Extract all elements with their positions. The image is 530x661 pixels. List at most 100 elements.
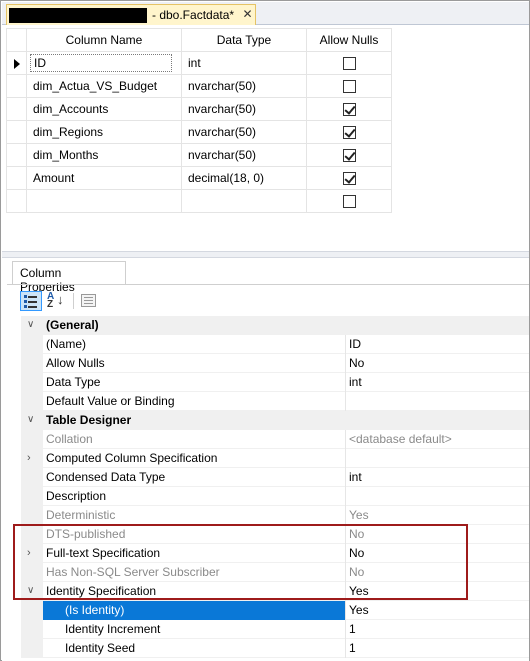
column-properties-tab[interactable]: Column Properties (12, 261, 126, 294)
property-name: (Name) (46, 337, 87, 351)
property-value[interactable]: ID (349, 337, 361, 351)
property-row[interactable]: Data Type int (21, 373, 529, 392)
data-type-cell[interactable]: nvarchar(50) (181, 143, 307, 167)
data-type-cell[interactable]: decimal(18, 0) (181, 166, 307, 190)
column-name-header[interactable]: Column Name (26, 28, 182, 52)
data-type-header[interactable]: Data Type (181, 28, 307, 52)
sort-az-icon[interactable]: A Z ↓ (45, 291, 67, 311)
property-gutter (21, 601, 43, 620)
column-name-cell[interactable] (26, 189, 182, 213)
column-grid-area: Column Name Data Type Allow Nulls ID int d… (2, 25, 529, 251)
column-row[interactable] (6, 189, 392, 213)
property-column-divider (345, 392, 346, 411)
document-tab-title: - dbo.Factdata* (152, 8, 235, 22)
data-type-cell[interactable]: nvarchar(50) (181, 97, 307, 121)
document-tab[interactable]: - dbo.Factdata* ✕ (6, 4, 256, 26)
property-gutter (21, 639, 43, 658)
property-row[interactable]: (Name) ID (21, 335, 529, 354)
property-gutter (21, 335, 43, 354)
property-row[interactable]: Description (21, 487, 529, 506)
categorized-icon[interactable] (20, 291, 42, 311)
property-name: Table Designer (46, 413, 132, 427)
property-name: Deterministic (46, 508, 116, 522)
property-name: Identity Increment (65, 622, 161, 636)
collapse-chevron-icon[interactable]: ∨ (27, 320, 37, 330)
row-selector[interactable] (6, 143, 27, 167)
properties-toolbar: A Z ↓ (20, 290, 100, 312)
data-type-cell[interactable]: nvarchar(50) (181, 120, 307, 144)
column-name-text: dim_Regions (33, 125, 104, 139)
property-row[interactable]: (Is Identity) Yes (21, 601, 529, 620)
property-row[interactable]: Deterministic Yes (21, 506, 529, 525)
data-type-cell[interactable] (181, 189, 307, 213)
expand-chevron-icon[interactable]: › (27, 453, 37, 464)
property-column-divider (345, 449, 346, 468)
property-name: (Is Identity) (43, 601, 345, 620)
property-category[interactable]: ∨ Table Designer (21, 411, 529, 430)
column-name-text: dim_Accounts (33, 102, 109, 116)
row-selector[interactable] (6, 189, 27, 213)
column-name-cell[interactable]: Amount (26, 166, 182, 190)
pane-splitter[interactable] (2, 251, 529, 258)
allow-nulls-checkbox[interactable] (342, 195, 356, 209)
column-row[interactable]: Amount decimal(18, 0) (6, 166, 392, 190)
property-pages-icon[interactable] (78, 291, 100, 311)
property-column-divider (345, 601, 346, 620)
row-selector[interactable] (6, 120, 27, 144)
column-row[interactable]: dim_Actua_VS_Budget nvarchar(50) (6, 74, 392, 98)
close-icon[interactable]: ✕ (241, 7, 254, 21)
collapse-chevron-icon[interactable]: ∨ (27, 415, 37, 425)
row-selector[interactable] (6, 74, 27, 98)
tab-divider (7, 284, 529, 285)
property-value[interactable]: <database default> (349, 432, 452, 446)
row-selector[interactable] (6, 97, 27, 121)
column-row[interactable]: ID int (6, 51, 392, 75)
allow-nulls-checkbox[interactable] (342, 172, 356, 186)
property-value[interactable]: Yes (349, 508, 369, 522)
property-name: Condensed Data Type (46, 470, 166, 484)
property-row[interactable]: Identity Seed 1 (21, 639, 529, 658)
column-name-text: dim_Actua_VS_Budget (33, 79, 158, 93)
allow-nulls-checkbox[interactable] (342, 80, 356, 94)
column-name-cell[interactable]: dim_Actua_VS_Budget (26, 74, 182, 98)
allow-nulls-checkbox[interactable] (342, 149, 356, 163)
property-value[interactable]: int (349, 470, 362, 484)
row-selector[interactable] (6, 166, 27, 190)
column-name-cell[interactable]: ID (26, 51, 182, 75)
column-row[interactable]: dim_Months nvarchar(50) (6, 143, 392, 167)
property-category[interactable]: ∨ (General) (21, 316, 529, 335)
property-row[interactable]: Identity Increment 1 (21, 620, 529, 639)
property-value[interactable]: 1 (349, 622, 356, 636)
property-row[interactable]: Allow Nulls No (21, 354, 529, 373)
property-row[interactable]: Default Value or Binding (21, 392, 529, 411)
column-name-cell[interactable]: dim_Accounts (26, 97, 182, 121)
property-value[interactable]: 1 (349, 641, 356, 655)
property-column-divider (345, 620, 346, 639)
property-name: (General) (46, 318, 99, 332)
data-type-cell[interactable]: int (181, 51, 307, 75)
property-value[interactable]: Yes (349, 603, 369, 617)
property-gutter (21, 354, 43, 373)
column-name-cell[interactable]: dim_Months (26, 143, 182, 167)
allow-nulls-checkbox[interactable] (342, 57, 356, 71)
allow-nulls-cell (306, 120, 392, 144)
column-row[interactable]: dim_Accounts nvarchar(50) (6, 97, 392, 121)
property-name: Identity Seed (65, 641, 136, 655)
allow-nulls-checkbox[interactable] (342, 103, 356, 117)
column-name-cell[interactable]: dim_Regions (26, 120, 182, 144)
document-tab-strip: - dbo.Factdata* ✕ (2, 2, 529, 26)
property-value[interactable]: No (349, 356, 364, 370)
property-row[interactable]: Collation <database default> (21, 430, 529, 449)
row-selector[interactable] (6, 51, 27, 75)
highlight-box (13, 524, 468, 600)
property-name: Data Type (46, 375, 101, 389)
property-value[interactable]: int (349, 375, 362, 389)
property-name: Default Value or Binding (46, 394, 175, 408)
property-row[interactable]: › Computed Column Specification (21, 449, 529, 468)
property-name: Description (46, 489, 107, 503)
data-type-cell[interactable]: nvarchar(50) (181, 74, 307, 98)
allow-nulls-header[interactable]: Allow Nulls (306, 28, 392, 52)
column-row[interactable]: dim_Regions nvarchar(50) (6, 120, 392, 144)
allow-nulls-checkbox[interactable] (342, 126, 356, 140)
property-row[interactable]: Condensed Data Type int (21, 468, 529, 487)
